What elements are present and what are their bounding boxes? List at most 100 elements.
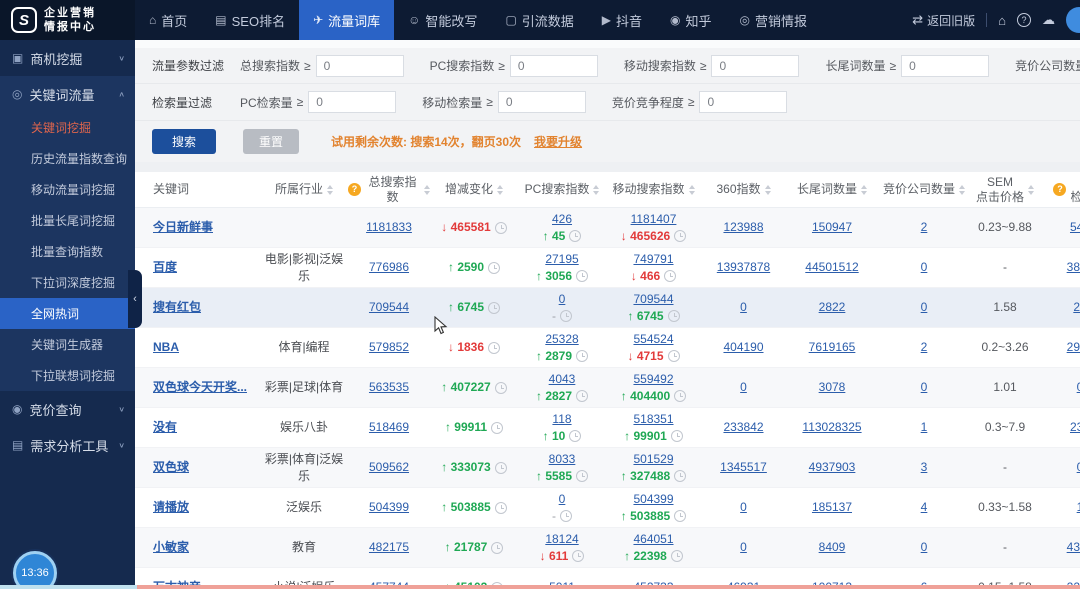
pc-retrieval-link[interactable]: 0 [1077,459,1080,475]
pc-retrieval-link[interactable]: 28 [1073,299,1080,315]
pc-index-cell-link[interactable]: 0 [559,291,566,307]
mobile-index-cell-link[interactable]: 464051 [633,531,673,547]
clock-icon[interactable] [674,509,687,522]
longtail-link[interactable]: 150947 [812,219,852,235]
pc-index-cell-link[interactable]: 426 [552,211,572,227]
pc-retrieval-link[interactable]: 2984 [1067,339,1080,355]
sidebar-item-keyword-generator[interactable]: 关键词生成器 [0,329,135,360]
pc-index-cell-link[interactable]: 18124 [545,531,578,547]
sidebar-item-dropdown-deep-mining[interactable]: 下拉词深度挖掘 [0,267,135,298]
clock-icon[interactable] [488,261,501,274]
pc-index-cell-link[interactable]: 0 [559,491,566,507]
index360-link[interactable]: 1345517 [720,459,767,475]
index360-link[interactable]: 404190 [723,339,763,355]
index360-link[interactable]: 233842 [723,419,763,435]
bid-competition-input[interactable] [699,91,788,113]
keyword-link[interactable]: 小敏家 [153,539,189,555]
clock-icon[interactable] [576,389,589,402]
keyword-link[interactable]: 搜有红包 [153,299,201,315]
pc-retrieval-link[interactable]: 3800 [1067,259,1080,275]
mobile-index-cell-link[interactable]: 1181407 [631,211,677,227]
bidders-link[interactable]: 2 [921,339,928,355]
help-circle-icon[interactable]: ? [1017,13,1031,27]
sort-icon[interactable] [959,184,965,195]
longtail-count-input[interactable] [901,54,990,77]
sidebar-collapse-handle[interactable]: ‹ [128,270,142,328]
sort-icon[interactable] [764,184,771,195]
clock-icon[interactable] [494,501,507,514]
sort-icon[interactable] [1028,184,1034,195]
sidebar-item-batch-index-query[interactable]: 批量查询指数 [0,236,135,267]
help-icon[interactable]: ? [348,183,361,196]
column-header-6[interactable]: 360指数 [701,182,786,197]
pc-retrieval-link[interactable]: 237 [1070,419,1080,435]
upgrade-link[interactable]: 我要升级 [534,133,582,150]
sidebar-item-history-index-query[interactable]: 历史流量指数查询 [0,143,135,174]
keyword-link[interactable]: 请播放 [153,499,189,515]
pc-index-cell-link[interactable]: 25328 [545,331,578,347]
column-header-4[interactable]: PC搜索指数 [518,182,606,197]
clock-icon[interactable] [674,389,687,402]
sidebar-item-business-mining[interactable]: ▣ 商机挖掘 ∨ [0,40,135,76]
pc-index-cell-link[interactable]: 8033 [549,451,576,467]
clock-icon[interactable] [667,349,680,362]
total-index-link[interactable]: 709544 [369,299,409,315]
bidders-link[interactable]: 1 [921,419,928,435]
bidders-link[interactable]: 0 [921,379,928,395]
mobile-search-index-input[interactable] [711,54,800,77]
bidders-link[interactable]: 2 [921,219,928,235]
keyword-link[interactable]: NBA [153,339,179,355]
nav-item-lead-data[interactable]: ▢ 引流数据 [491,0,587,40]
column-header-7[interactable]: 长尾词数量 [786,182,878,197]
clock-icon[interactable] [560,509,572,522]
longtail-link[interactable]: 7619165 [809,339,856,355]
keyword-link[interactable]: 没有 [153,419,177,435]
total-index-link[interactable]: 509562 [369,459,409,475]
nav-item-traffic-words[interactable]: ✈ 流量词库 [299,0,395,40]
keyword-link[interactable]: 百度 [153,259,177,275]
keyword-link[interactable]: 双色球 [153,459,189,475]
sidebar-item-mobile-traffic-words[interactable]: 移动流量词挖掘 [0,174,135,205]
longtail-link[interactable]: 8409 [819,539,846,555]
total-index-link[interactable]: 563535 [369,379,409,395]
clock-icon[interactable] [494,461,507,474]
longtail-link[interactable]: 4937903 [809,459,856,475]
cloud-download-icon[interactable]: ☁ [1042,12,1055,28]
clock-icon[interactable] [488,301,501,314]
clock-icon[interactable] [491,541,504,554]
bidders-link[interactable]: 0 [921,539,928,555]
nav-item-seo-rank[interactable]: ▤ SEO排名 [201,0,299,40]
clock-icon[interactable] [576,349,589,362]
clock-icon[interactable] [488,341,501,354]
nav-item-marketing-intel[interactable]: ◎ 营销情报 [726,0,822,40]
pc-index-cell-link[interactable]: 118 [552,411,571,427]
column-header-1[interactable]: 所属行业 [260,182,348,197]
total-index-link[interactable]: 579852 [369,339,409,355]
column-header-5[interactable]: 移动搜索指数 [606,182,701,197]
clock-icon[interactable] [576,269,589,282]
sidebar-item-keyword-mining[interactable]: 关键词挖掘 [0,112,135,143]
keyword-link[interactable]: 双色球今天开奖... [153,379,247,395]
clock-icon[interactable] [494,381,507,394]
user-avatar[interactable] [1066,7,1080,33]
sidebar-item-dropdown-associate-mining[interactable]: 下拉联想词挖掘 [0,360,135,391]
longtail-link[interactable]: 185137 [812,499,852,515]
pc-index-cell-link[interactable]: 4043 [549,371,576,387]
clock-icon[interactable] [670,429,683,442]
total-index-link[interactable]: 504399 [369,499,409,515]
clock-icon[interactable] [560,309,572,322]
clock-icon[interactable] [670,549,683,562]
sidebar-item-hot-words[interactable]: 全网热词 [0,298,135,329]
pc-search-index-input[interactable] [509,54,598,77]
total-index-link[interactable]: 1181833 [366,219,412,235]
total-index-link[interactable]: 776986 [369,259,409,275]
nav-item-home[interactable]: ⌂ 首页 [135,0,201,40]
index360-link[interactable]: 0 [740,299,747,315]
total-search-index-input[interactable] [315,54,404,77]
total-index-link[interactable]: 518469 [369,419,409,435]
longtail-link[interactable]: 44501512 [805,259,858,275]
sidebar-item-demand-analysis[interactable]: ▤ 需求分析工具 ∨ [0,427,135,463]
clock-icon[interactable] [494,221,507,234]
total-index-link[interactable]: 482175 [369,539,409,555]
clock-icon[interactable] [674,229,687,242]
